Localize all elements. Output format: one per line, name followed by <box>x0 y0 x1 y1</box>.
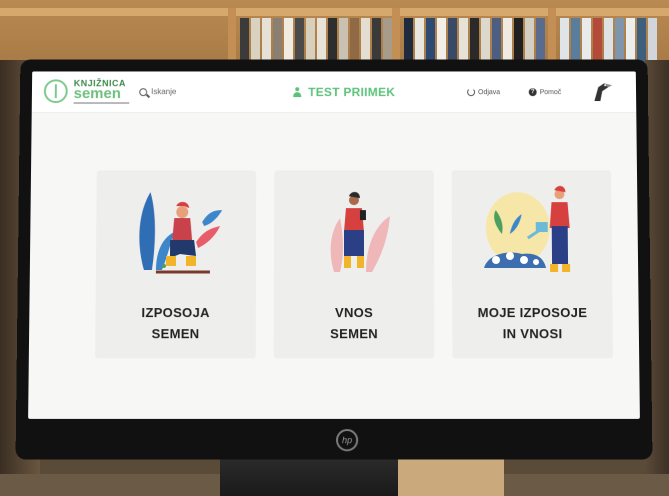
enter-seeds-card[interactable]: VNOS SEMEN <box>273 170 435 359</box>
logout-label: Odjava <box>478 88 501 96</box>
gardener-kneeling-illustration <box>139 192 223 274</box>
help-label: Pomoč <box>539 88 562 96</box>
help-button[interactable]: ? Pomoč <box>528 88 562 97</box>
card-title-line: IZPOSOJA <box>141 305 210 321</box>
card-title: VNOS SEMEN <box>274 302 435 344</box>
gardener-with-phone-illustration <box>330 192 391 272</box>
help-icon: ? <box>528 88 537 97</box>
card-title-line: SEMEN <box>330 326 379 342</box>
logo-main-text: semen <box>73 85 121 103</box>
user-icon <box>292 87 302 97</box>
logo-subtitle <box>73 102 130 105</box>
seed-logo-icon <box>43 79 68 104</box>
bird-icon <box>594 83 613 102</box>
logout-button[interactable]: Odjava <box>467 88 501 97</box>
hp-logo-icon: hp <box>336 429 359 452</box>
shelf-board <box>0 8 669 16</box>
app-logo[interactable]: KNJIŽNICA semen <box>43 77 134 109</box>
screen: KNJIŽNICA semen Iskanje TEST PRIIMEK Odj… <box>28 71 640 419</box>
photo-scene: KNJIŽNICA semen Iskanje TEST PRIIMEK Odj… <box>0 0 669 496</box>
user-name: TEST PRIIMEK <box>308 85 396 100</box>
monitor: KNJIŽNICA semen Iskanje TEST PRIIMEK Odj… <box>15 59 653 460</box>
book-row <box>560 18 657 62</box>
gardener-watering-illustration <box>483 185 571 272</box>
my-loans-and-entries-card[interactable]: MOJE IZPOSOJE IN VNOSI <box>451 170 614 359</box>
user-profile[interactable]: TEST PRIIMEK <box>292 85 395 99</box>
card-title-line: SEMEN <box>151 326 200 342</box>
card-title-line: MOJE IZPOSOJE <box>477 305 588 321</box>
borrow-seeds-card[interactable]: IZPOSOJA SEMEN <box>95 170 257 359</box>
search-link[interactable]: Iskanje <box>139 87 176 96</box>
card-title: MOJE IZPOSOJE IN VNOSI <box>452 302 613 344</box>
search-icon <box>139 87 148 96</box>
book-row <box>240 18 392 62</box>
power-icon <box>467 88 476 97</box>
search-label: Iskanje <box>151 87 177 97</box>
card-title: IZPOSOJA SEMEN <box>95 302 256 344</box>
card-title-line: VNOS <box>334 305 374 321</box>
card-title-line: IN VNOSI <box>502 326 563 342</box>
app-header: KNJIŽNICA semen Iskanje TEST PRIIMEK Odj… <box>31 71 637 113</box>
book-row <box>404 18 545 62</box>
